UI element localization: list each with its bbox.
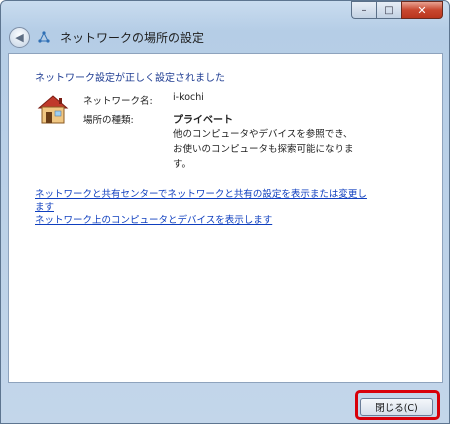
- location-type-label: 場所の種類:: [83, 115, 134, 126]
- location-description-line: 他のコンピュータやデバイスを参照でき、: [173, 129, 353, 140]
- minimize-button[interactable]: –: [351, 1, 376, 19]
- success-message: ネットワーク設定が正しく設定されました: [35, 73, 225, 84]
- content-panel: ネットワーク設定が正しく設定されました ネットワーク名: i-kochi 場所の…: [8, 53, 443, 383]
- navigation-bar: ◀ ネットワークの場所の設定: [9, 26, 204, 48]
- footer: 閉じる(C): [8, 383, 443, 419]
- house-icon: [37, 95, 69, 124]
- location-type-value: プライベート: [173, 115, 233, 126]
- dialog-window: – □ ✕ ◀ ネットワークの場所の設定 ネットワーク設定が正しく設定されました…: [0, 0, 450, 424]
- maximize-button[interactable]: □: [376, 1, 401, 19]
- network-center-link-line[interactable]: ネットワークと共有センターでネットワークと共有の設定を表示または変更し: [35, 189, 367, 202]
- location-description-line: す。: [173, 159, 192, 170]
- back-arrow-icon[interactable]: ◀: [9, 26, 30, 48]
- network-center-link-line[interactable]: ます: [35, 202, 367, 215]
- network-center-link[interactable]: ネットワークと共有センターでネットワークと共有の設定を表示または変更し ます: [35, 189, 367, 214]
- page-title: ネットワークの場所の設定: [60, 30, 205, 45]
- caption-buttons: – □ ✕: [351, 1, 443, 19]
- location-description-line: お使いのコンピュータも探索可能になりま: [173, 144, 354, 155]
- location-description: 他のコンピュータやデバイスを参照でき、 お使いのコンピュータも探索可能になりま …: [173, 127, 373, 172]
- view-computers-link[interactable]: ネットワーク上のコンピュータとデバイスを表示します: [35, 215, 272, 228]
- close-window-button[interactable]: ✕: [401, 1, 443, 19]
- network-icon: [38, 31, 50, 43]
- network-name-value: i-kochi: [173, 92, 204, 103]
- network-name-label: ネットワーク名:: [83, 96, 153, 107]
- close-button[interactable]: 閉じる(C): [360, 398, 433, 416]
